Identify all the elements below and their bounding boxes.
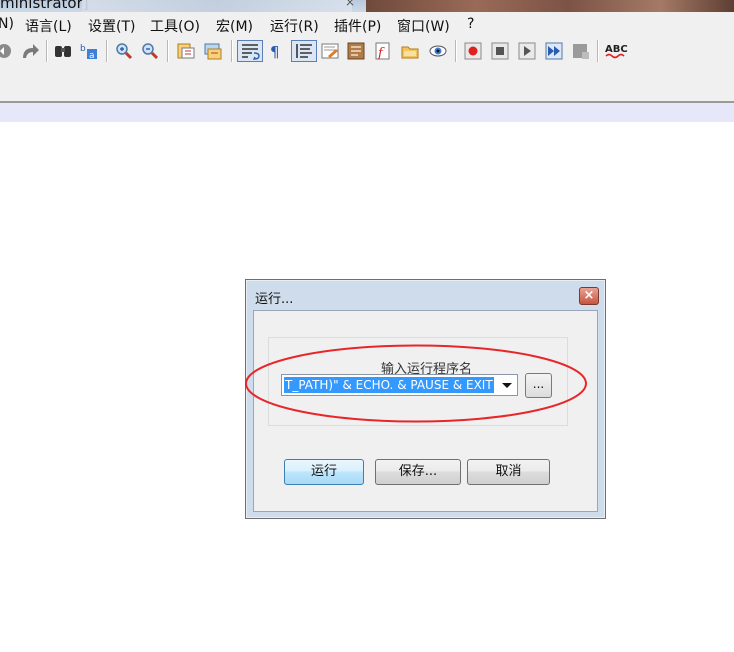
- secondary-toolbar-area: [0, 66, 734, 103]
- spell-check-icon[interactable]: ABC: [604, 41, 630, 61]
- window-title-bar: ministrator] ×: [0, 0, 734, 12]
- show-all-chars-icon[interactable]: ¶: [266, 41, 286, 61]
- menu-window[interactable]: 窗口(W): [397, 16, 450, 36]
- toolbar-separator: [597, 40, 599, 62]
- menu-run[interactable]: 运行(R): [270, 16, 319, 36]
- cancel-button[interactable]: 取消: [467, 459, 550, 485]
- command-combobox[interactable]: T_PATH)" & ECHO. & PAUSE & EXIT: [281, 374, 518, 396]
- desktop-background-photo: [366, 0, 734, 12]
- menu-bar: N) 语言(L) 设置(T) 工具(O) 宏(M) 运行(R) 插件(P) 窗口…: [0, 12, 734, 36]
- menu-tools[interactable]: 工具(O): [150, 16, 200, 36]
- function-list-icon[interactable]: [346, 41, 366, 61]
- stop-record-icon[interactable]: [490, 41, 510, 61]
- toolbar-separator: [106, 40, 108, 62]
- toolbar: ba ¶ f ABC: [0, 36, 734, 66]
- dialog-client-area: 输入运行程序名 T_PATH)" & ECHO. & PAUSE & EXIT …: [253, 310, 598, 512]
- indent-guide-icon[interactable]: [291, 40, 317, 62]
- zoom-in-icon[interactable]: [114, 41, 134, 61]
- save-button[interactable]: 保存...: [375, 459, 461, 485]
- user-define-icon[interactable]: [320, 41, 340, 61]
- run-macro-multiple-icon[interactable]: [544, 41, 564, 61]
- spell-check-text: ABC: [605, 44, 628, 55]
- toolbar-separator: [455, 40, 457, 62]
- browse-button[interactable]: ...: [525, 373, 552, 398]
- monitoring-icon[interactable]: [428, 41, 448, 61]
- chevron-down-icon[interactable]: [499, 377, 515, 393]
- toolbar-separator: [231, 40, 233, 62]
- title-bar-blurred-area: [82, 0, 352, 12]
- svg-text:a: a: [89, 51, 95, 61]
- replace-icon[interactable]: ba: [79, 41, 99, 61]
- toolbar-separator: [46, 40, 48, 62]
- svg-text:¶: ¶: [270, 43, 280, 61]
- document-tab-strip: [0, 103, 734, 122]
- menu-encoding[interactable]: N): [0, 16, 14, 32]
- menu-settings[interactable]: 设置(T): [88, 16, 135, 36]
- folder-workspace-icon[interactable]: f: [373, 41, 393, 61]
- menu-macro[interactable]: 宏(M): [216, 16, 253, 36]
- dialog-title: 运行...: [255, 292, 294, 307]
- playback-icon[interactable]: [517, 41, 537, 61]
- menu-help[interactable]: ?: [467, 16, 474, 32]
- document-map-icon[interactable]: [400, 41, 420, 61]
- run-dialog: 运行... × 输入运行程序名 T_PATH)" & ECHO. & PAUSE…: [245, 279, 606, 519]
- find-icon[interactable]: [53, 41, 73, 61]
- save-macro-icon[interactable]: [571, 41, 591, 61]
- menu-plugins[interactable]: 插件(P): [334, 16, 381, 36]
- redo-icon[interactable]: [20, 41, 40, 61]
- menu-language[interactable]: 语言(L): [25, 16, 72, 36]
- svg-text:b: b: [80, 44, 86, 54]
- window-title: ministrator]: [0, 0, 89, 12]
- record-macro-icon[interactable]: [463, 41, 483, 61]
- toolbar-separator: [167, 40, 169, 62]
- sync-vertical-icon[interactable]: [176, 41, 196, 61]
- run-button[interactable]: 运行: [284, 459, 364, 485]
- dialog-close-button[interactable]: ×: [579, 287, 599, 305]
- undo-icon[interactable]: [0, 41, 14, 61]
- zoom-out-icon[interactable]: [140, 41, 160, 61]
- word-wrap-icon[interactable]: [237, 40, 263, 62]
- sync-horizontal-icon[interactable]: [203, 41, 223, 61]
- title-close-glyph: ×: [345, 0, 356, 9]
- command-input-selected-text[interactable]: T_PATH)" & ECHO. & PAUSE & EXIT: [284, 377, 494, 393]
